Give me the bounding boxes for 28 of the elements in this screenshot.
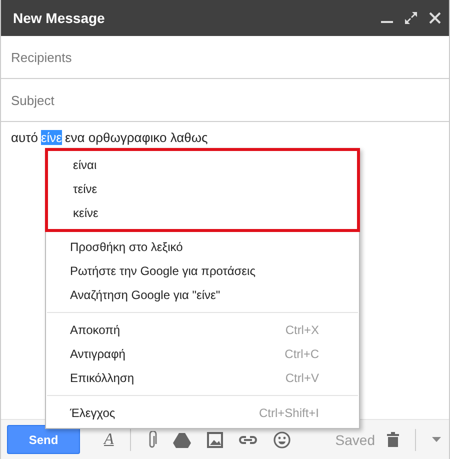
caret-icon[interactable] [432, 437, 441, 442]
suggestion-item[interactable]: κείνε [48, 201, 357, 225]
link-icon[interactable] [238, 434, 257, 444]
smiley-icon[interactable] [272, 430, 291, 448]
format-button[interactable]: A [104, 430, 114, 448]
shortcut-text: Ctrl+X [285, 322, 319, 339]
menu-item[interactable]: Επικόλληση Ctrl+V [46, 366, 359, 390]
menu-item[interactable]: Αντιγραφή Ctrl+C [46, 342, 359, 366]
menu-item[interactable]: Ρωτήστε την Google για προτάσεις [46, 259, 359, 283]
body-text: ενα ορθωγραφικο λαθως [64, 130, 208, 145]
suggestion-item[interactable]: είναι [48, 153, 357, 177]
image-icon[interactable] [206, 432, 223, 448]
suggestion-item[interactable]: τείνε [48, 177, 357, 201]
body-text: αυτό [11, 130, 38, 145]
expand-icon[interactable] [404, 11, 418, 25]
menu-item[interactable]: Αποκοπή Ctrl+X [46, 318, 359, 342]
menu-item[interactable]: Έλεγχος Ctrl+Shift+I [46, 401, 359, 425]
saved-status: Saved [335, 432, 375, 448]
paperclip-icon[interactable] [146, 430, 157, 448]
selected-word: είνε [41, 130, 62, 145]
menu-item[interactable]: Αναζήτηση Google για "είνε" [46, 283, 359, 307]
close-icon[interactable] [428, 11, 442, 25]
window-title: New Message [13, 10, 106, 26]
shortcut-text: Ctrl+V [285, 370, 319, 387]
shortcut-text: Ctrl+Shift+I [258, 405, 319, 422]
menu-item[interactable]: Προσθήκη στο λεξικό [46, 235, 359, 259]
shortcut-text: Ctrl+C [284, 346, 319, 363]
trash-icon[interactable] [387, 432, 399, 447]
